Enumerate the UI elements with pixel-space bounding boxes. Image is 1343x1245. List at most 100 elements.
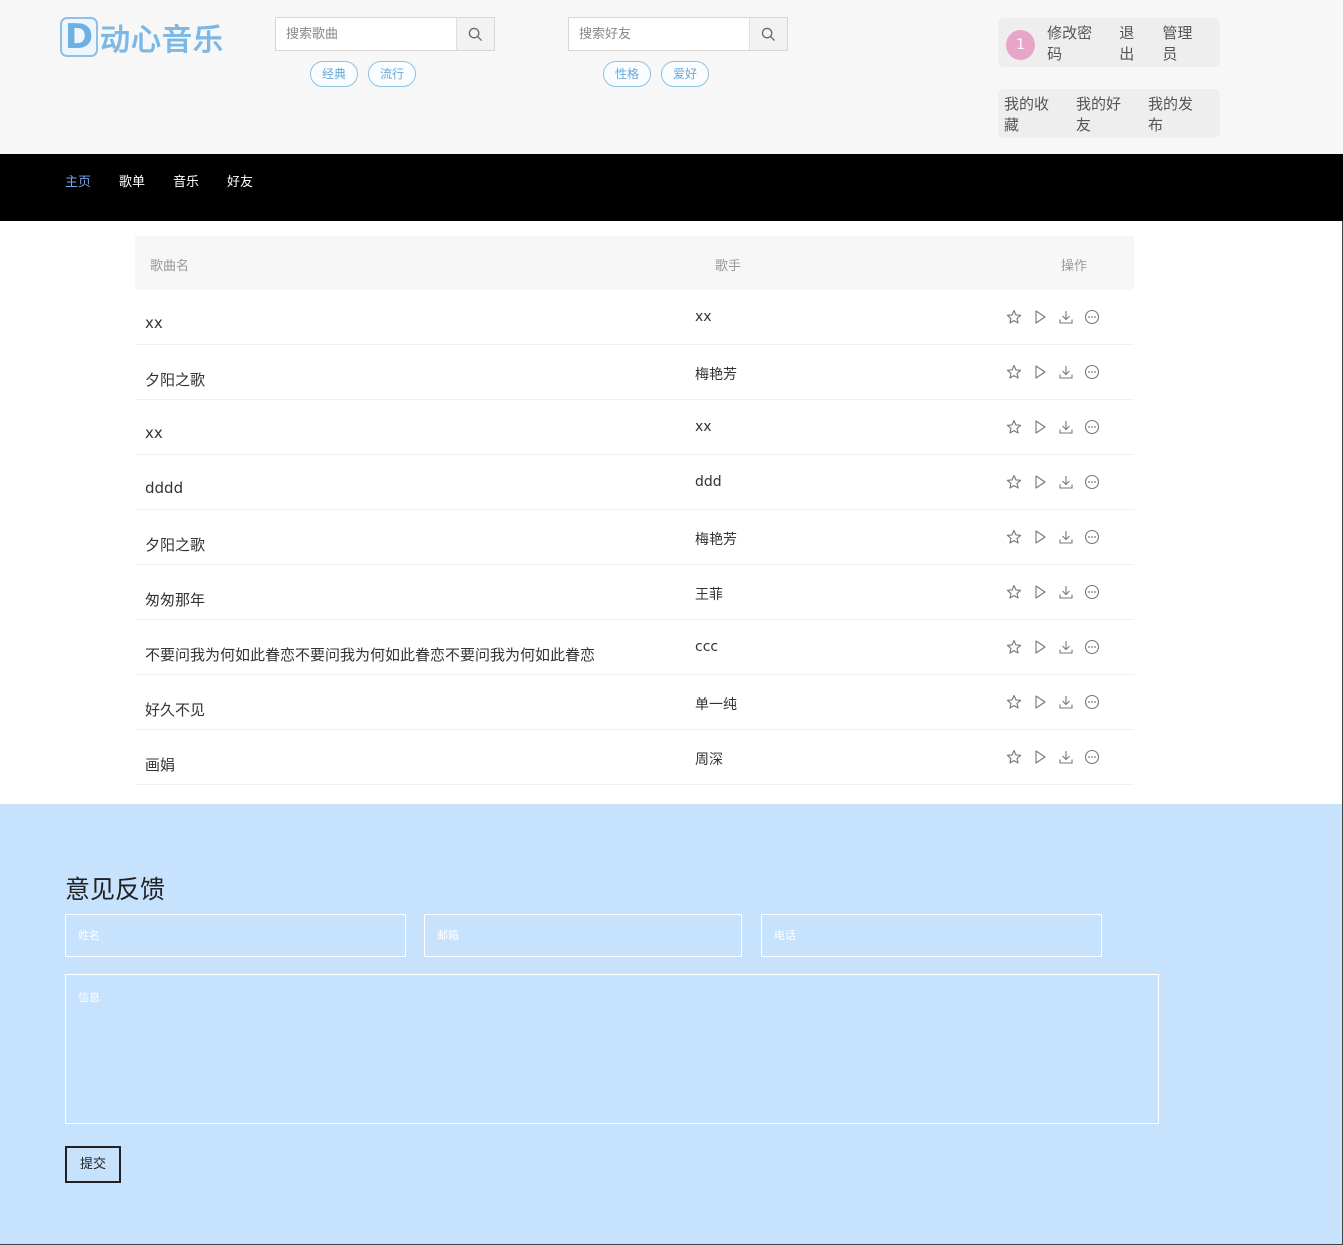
star-icon[interactable] — [1005, 473, 1023, 491]
nav-playlists[interactable]: 歌单 — [119, 171, 145, 190]
change-password-link[interactable]: 修改密码 — [1047, 22, 1105, 64]
download-icon[interactable] — [1057, 473, 1075, 491]
singer-name[interactable]: 梅艳芳 — [695, 529, 737, 549]
play-icon[interactable] — [1031, 693, 1049, 711]
song-name[interactable]: xx — [145, 424, 163, 442]
avatar[interactable]: 1 — [1006, 29, 1036, 60]
table-row[interactable]: xx xx — [135, 400, 1134, 455]
star-icon[interactable] — [1005, 308, 1023, 326]
search-icon — [468, 27, 483, 41]
table-row[interactable]: 画娟 周深 — [135, 730, 1134, 785]
my-posts-link[interactable]: 我的发布 — [1148, 93, 1207, 135]
song-name[interactable]: 好久不见 — [145, 699, 205, 720]
phone-field[interactable]: 电话 — [761, 914, 1102, 957]
download-icon[interactable] — [1057, 638, 1075, 656]
play-icon[interactable] — [1031, 308, 1049, 326]
download-icon[interactable] — [1057, 583, 1075, 601]
my-favorites-link[interactable]: 我的收藏 — [1004, 93, 1063, 135]
table-row[interactable]: 不要问我为何如此眷恋不要问我为何如此眷恋不要问我为何如此眷恋 ccc — [135, 620, 1134, 675]
tag-hobby[interactable]: 爱好 — [661, 61, 710, 87]
singer-name[interactable]: 梅艳芳 — [695, 364, 737, 384]
star-icon[interactable] — [1005, 528, 1023, 546]
play-icon[interactable] — [1031, 528, 1049, 546]
download-icon[interactable] — [1057, 748, 1075, 766]
table-row[interactable]: 夕阳之歌 梅艳芳 — [135, 345, 1134, 400]
friend-search-input[interactable] — [569, 18, 749, 50]
play-icon[interactable] — [1031, 638, 1049, 656]
more-icon[interactable] — [1083, 528, 1101, 546]
song-name[interactable]: dddd — [145, 479, 183, 497]
email-field[interactable]: 邮箱 — [424, 914, 742, 957]
singer-name[interactable]: 单一纯 — [695, 694, 737, 714]
tag-classic[interactable]: 经典 — [310, 61, 359, 87]
song-name[interactable]: xx — [145, 314, 163, 332]
table-row[interactable]: dddd ddd — [135, 455, 1134, 510]
song-name[interactable]: 夕阳之歌 — [145, 534, 205, 555]
singer-name[interactable]: 周深 — [695, 749, 723, 769]
singer-name[interactable]: 王菲 — [695, 584, 723, 604]
logo-text: 动心音乐 — [100, 23, 224, 58]
song-name[interactable]: 夕阳之歌 — [145, 369, 205, 390]
header-song-name: 歌曲名 — [150, 259, 190, 274]
star-icon[interactable] — [1005, 363, 1023, 381]
my-friends-link[interactable]: 我的好友 — [1076, 93, 1135, 135]
search-icon — [761, 27, 776, 41]
name-field[interactable]: 姓名 — [65, 914, 406, 957]
header-ops: 操作 — [1061, 259, 1088, 274]
star-icon[interactable] — [1005, 583, 1023, 601]
star-icon[interactable] — [1005, 418, 1023, 436]
play-icon[interactable] — [1031, 473, 1049, 491]
song-name[interactable]: 不要问我为何如此眷恋不要问我为何如此眷恋不要问我为何如此眷恋 — [145, 644, 595, 665]
play-icon[interactable] — [1031, 583, 1049, 601]
admin-link[interactable]: 管理员 — [1162, 22, 1206, 64]
table-header: 歌曲名 歌手 操作 — [135, 236, 1134, 290]
song-name[interactable]: 匆匆那年 — [145, 589, 205, 610]
friend-search-button[interactable] — [749, 18, 787, 50]
table-row[interactable]: xx xx — [135, 290, 1134, 345]
more-icon[interactable] — [1083, 748, 1101, 766]
singer-name[interactable]: ddd — [695, 474, 722, 490]
star-icon[interactable] — [1005, 693, 1023, 711]
table-row[interactable]: 匆匆那年 王菲 — [135, 565, 1134, 620]
more-icon[interactable] — [1083, 583, 1101, 601]
submit-button[interactable]: 提交 — [65, 1146, 121, 1183]
song-search-button[interactable] — [456, 18, 494, 50]
song-search-input[interactable] — [276, 18, 456, 50]
nav-friends[interactable]: 好友 — [227, 171, 253, 190]
table-row[interactable]: 好久不见 单一纯 — [135, 675, 1134, 730]
song-table: 歌曲名 歌手 操作 xx xx 夕阳之歌 梅艳芳 xx xx dddd ddd 夕阳之歌 梅艳芳匆… — [135, 236, 1134, 785]
play-icon[interactable] — [1031, 363, 1049, 381]
row-actions — [1005, 418, 1101, 436]
more-icon[interactable] — [1083, 473, 1101, 491]
more-icon[interactable] — [1083, 418, 1101, 436]
nav-music[interactable]: 音乐 — [173, 171, 199, 190]
singer-name[interactable]: ccc — [695, 639, 718, 655]
nav-home[interactable]: 主页 — [65, 171, 91, 190]
play-icon[interactable] — [1031, 748, 1049, 766]
more-icon[interactable] — [1083, 693, 1101, 711]
logout-link[interactable]: 退出 — [1119, 22, 1148, 64]
star-icon[interactable] — [1005, 748, 1023, 766]
download-icon[interactable] — [1057, 308, 1075, 326]
download-icon[interactable] — [1057, 363, 1075, 381]
singer-name[interactable]: xx — [695, 419, 712, 435]
row-actions — [1005, 528, 1101, 546]
play-icon[interactable] — [1031, 418, 1049, 436]
tag-pop[interactable]: 流行 — [368, 61, 417, 87]
logo[interactable]: D 动心音乐 — [60, 16, 224, 58]
message-field[interactable]: 信息 — [65, 974, 1159, 1124]
more-icon[interactable] — [1083, 363, 1101, 381]
download-icon[interactable] — [1057, 693, 1075, 711]
more-icon[interactable] — [1083, 638, 1101, 656]
song-name[interactable]: 画娟 — [145, 754, 175, 775]
star-icon[interactable] — [1005, 638, 1023, 656]
more-icon[interactable] — [1083, 308, 1101, 326]
row-actions — [1005, 638, 1101, 656]
feedback-title: 意见反馈 — [65, 875, 166, 904]
singer-name[interactable]: xx — [695, 309, 712, 325]
row-actions — [1005, 693, 1101, 711]
download-icon[interactable] — [1057, 528, 1075, 546]
table-row[interactable]: 夕阳之歌 梅艳芳 — [135, 510, 1134, 565]
download-icon[interactable] — [1057, 418, 1075, 436]
tag-personality[interactable]: 性格 — [603, 61, 652, 87]
